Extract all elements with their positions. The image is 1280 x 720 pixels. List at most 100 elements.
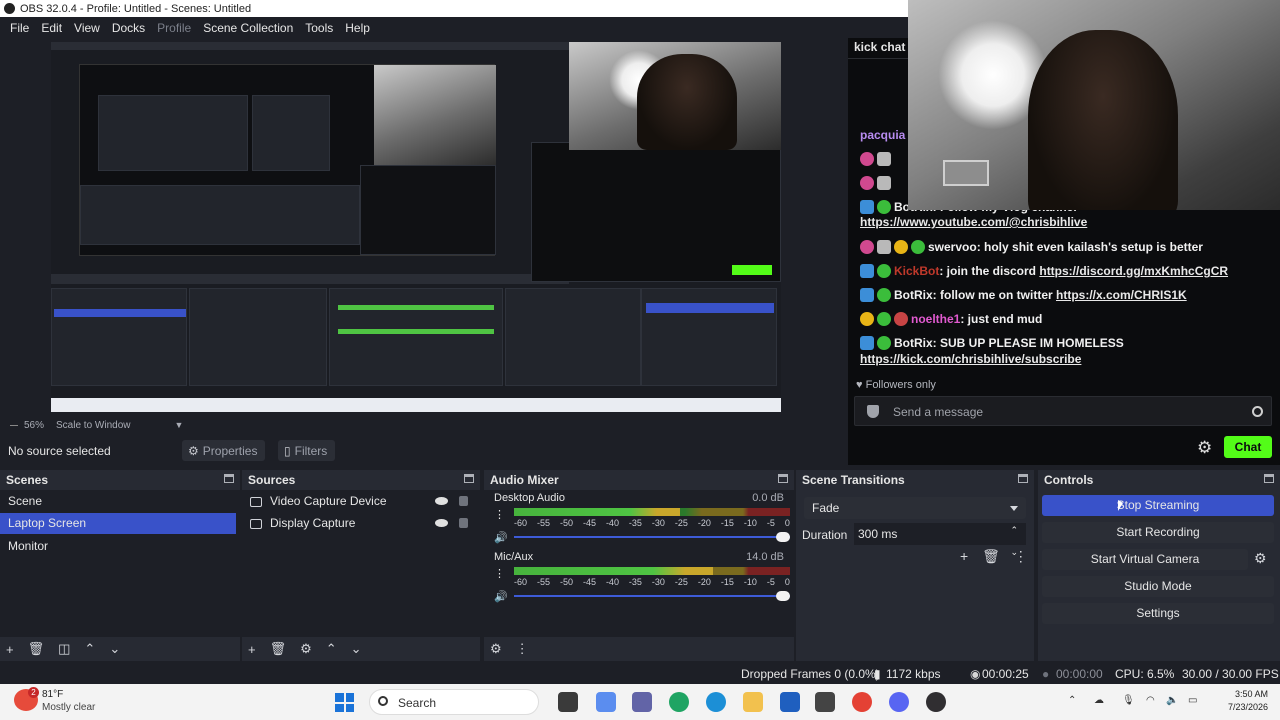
zoom-level[interactable]: 56%	[24, 420, 44, 431]
controls-title: Controls	[1044, 473, 1094, 487]
source-item[interactable]: Display Capture	[250, 513, 476, 534]
teams-icon[interactable]	[632, 692, 652, 712]
tray-chevron-up-icon[interactable]: ⌃	[1068, 695, 1076, 706]
gear-icon[interactable]: ⚙	[300, 641, 312, 657]
chat-send-button[interactable]: Chat	[1224, 436, 1272, 458]
taskbar-clock[interactable]: 3:50 AM 7/23/2026	[1228, 688, 1268, 714]
scene-item-selected[interactable]: Laptop Screen	[0, 513, 236, 534]
trash-icon[interactable]: 🗑	[270, 641, 287, 657]
chat-link[interactable]: https://www.youtube.com/@chrisbihlive	[860, 215, 1087, 229]
trash-icon[interactable]: 🗑	[982, 548, 1000, 564]
speaker-icon[interactable]: 🔊	[494, 590, 508, 603]
chat-username[interactable]: BotRix	[894, 336, 933, 350]
chat-input[interactable]: Send a message	[854, 396, 1272, 426]
menu-tools[interactable]: Tools	[299, 21, 339, 35]
chat-settings-gear-icon[interactable]: ⚙	[1197, 438, 1212, 458]
menu-profile[interactable]: Profile	[151, 21, 197, 35]
advanced-audio-icon[interactable]: ⚙	[490, 641, 502, 657]
scale-mode[interactable]: Scale to Window	[56, 420, 130, 431]
add-icon[interactable]: +	[248, 642, 256, 657]
verified-badge-icon	[877, 264, 891, 278]
menu-docks[interactable]: Docks	[106, 21, 151, 35]
chevron-down-icon[interactable]: ⌄	[351, 641, 362, 657]
weather-temperature[interactable]: 81°F	[42, 689, 63, 700]
start-virtual-camera-button[interactable]: Start Virtual Camera	[1042, 549, 1248, 570]
chevron-down-icon[interactable]: ⌄	[109, 641, 120, 657]
mixer-menu-icon[interactable]: ⋮	[516, 641, 529, 657]
battery-icon[interactable]: ▭	[1188, 695, 1197, 706]
chat-link[interactable]: https://kick.com/chrisbihlive/subscribe	[860, 352, 1081, 366]
lock-icon[interactable]	[459, 518, 468, 528]
duration-input[interactable]: 300 ms ⌃ ⌄	[854, 523, 1026, 557]
followers-only-notice: ♥ Followers only	[856, 379, 936, 391]
source-item[interactable]: Video Capture Device	[250, 491, 476, 512]
dock-float-icon[interactable]	[224, 474, 234, 483]
add-icon[interactable]: +	[960, 548, 968, 564]
channel-menu-icon[interactable]: ⋮	[494, 508, 505, 521]
menu-help[interactable]: Help	[339, 21, 376, 35]
file-explorer-icon[interactable]	[743, 692, 763, 712]
add-icon[interactable]: +	[6, 642, 14, 657]
badge-icon	[894, 312, 908, 326]
discord-icon[interactable]	[889, 692, 909, 712]
dock-float-icon[interactable]	[1018, 474, 1028, 483]
filters-button[interactable]: ▯ Filters	[278, 440, 336, 461]
task-view-icon[interactable]	[558, 692, 578, 712]
scene-item[interactable]: Scene	[0, 491, 236, 512]
transition-menu-icon[interactable]: ⋮	[1014, 548, 1028, 564]
obs-taskbar-icon[interactable]	[926, 692, 946, 712]
stop-streaming-button[interactable]: Stop Streaming	[1042, 495, 1274, 516]
chat-username[interactable]: KickBot	[894, 264, 939, 278]
menu-file[interactable]: File	[4, 21, 35, 35]
scale-dropdown-icon[interactable]: ▼	[175, 420, 184, 430]
visibility-eye-icon[interactable]	[435, 519, 448, 527]
menu-view[interactable]: View	[68, 21, 106, 35]
emoji-icon[interactable]	[1252, 406, 1263, 417]
calculator-icon[interactable]	[815, 692, 835, 712]
chevron-up-icon[interactable]: ⌃	[84, 641, 95, 657]
start-recording-button[interactable]: Start Recording	[1042, 522, 1274, 543]
volume-slider[interactable]	[514, 532, 790, 542]
menu-scene-collection[interactable]: Scene Collection	[197, 21, 299, 35]
windows-start-icon[interactable]	[335, 693, 354, 712]
channel-menu-icon[interactable]: ⋮	[494, 567, 505, 580]
weather-description[interactable]: Mostly clear	[42, 702, 95, 713]
store-icon[interactable]	[780, 692, 800, 712]
scene-item[interactable]: Monitor	[0, 536, 236, 557]
wifi-icon[interactable]: ◠	[1146, 695, 1155, 706]
streamer-figure	[1028, 30, 1178, 210]
taskbar-search[interactable]: Search	[369, 689, 539, 715]
transition-select[interactable]: Fade	[804, 497, 1026, 519]
chrome-icon[interactable]	[852, 692, 872, 712]
program-preview[interactable]	[51, 42, 781, 412]
virtual-camera-gear-icon[interactable]: ⚙	[1254, 550, 1267, 567]
record-time: 00:00:00	[1056, 667, 1103, 681]
lock-icon[interactable]	[459, 496, 468, 506]
volume-slider-knob[interactable]	[776, 591, 790, 601]
chat-link[interactable]: https://x.com/CHRIS1K	[1056, 288, 1187, 302]
chat-link[interactable]: https://discord.gg/mxKmhcCgCR	[1039, 264, 1228, 278]
trash-icon[interactable]: 🗑	[28, 641, 45, 657]
volume-slider[interactable]	[514, 591, 790, 601]
dock-float-icon[interactable]	[778, 474, 788, 483]
menu-edit[interactable]: Edit	[35, 21, 68, 35]
chat-username[interactable]: noelthe1	[911, 312, 960, 326]
dock-float-icon[interactable]	[464, 474, 474, 483]
chevron-up-icon[interactable]: ⌃	[326, 641, 337, 657]
chat-username[interactable]: swervoo	[928, 240, 977, 254]
studio-mode-button[interactable]: Studio Mode	[1042, 576, 1274, 597]
volume-icon[interactable]: 🔈	[1166, 695, 1178, 706]
grammarly-icon[interactable]	[669, 692, 689, 712]
volume-slider-knob[interactable]	[776, 532, 790, 542]
dock-float-icon[interactable]	[1264, 474, 1274, 483]
chat-username[interactable]: BotRix	[894, 288, 933, 302]
settings-button[interactable]: Settings	[1042, 603, 1274, 624]
speaker-icon[interactable]: 🔊	[494, 531, 508, 544]
onedrive-icon[interactable]: ☁	[1094, 695, 1104, 706]
properties-button[interactable]: ⚙ Properties	[182, 440, 266, 461]
microphone-icon[interactable]: 🎙	[1122, 695, 1135, 706]
visibility-eye-icon[interactable]	[435, 497, 448, 505]
filter-icon[interactable]: ◫	[58, 641, 70, 657]
edge-icon[interactable]	[706, 692, 726, 712]
copilot-icon[interactable]	[596, 692, 616, 712]
